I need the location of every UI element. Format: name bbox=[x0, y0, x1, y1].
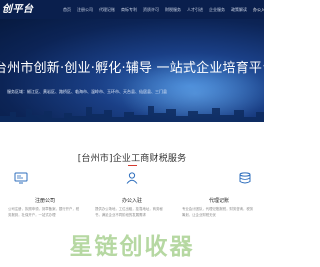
service-name: 办公入驻 bbox=[121, 198, 142, 204]
service-name: 注册公司 bbox=[34, 198, 55, 204]
section-title: [台州市]企业工商财税服务 bbox=[77, 154, 187, 164]
nav-item-licenses[interactable]: 资质许可 bbox=[140, 0, 162, 19]
nav-item-home[interactable]: 首页 bbox=[60, 0, 74, 19]
monitor-icon bbox=[14, 172, 28, 184]
database-icon bbox=[239, 172, 251, 184]
nav-item-company-registration[interactable]: 注册公司 bbox=[74, 0, 96, 19]
main-nav: 首页 注册公司 代理记账 商标专利 资质许可 财税服务 人才引进 企业服务 政策… bbox=[60, 0, 272, 19]
hero-banner: 台州市创新·创业·孵化·辅导 一站式企业培育平台 服务区域：椒江区、黄岩区、路桥… bbox=[0, 19, 264, 122]
person-icon bbox=[126, 172, 138, 184]
watermark-text: 星链创收器 bbox=[69, 234, 195, 260]
service-name: 代理记账 bbox=[208, 198, 229, 204]
nav-item-trademark-patent[interactable]: 商标专利 bbox=[118, 0, 140, 19]
top-navigation-bar: 创平台 首页 注册公司 代理记账 商标专利 资质许可 财税服务 人才引进 企业服… bbox=[0, 0, 269, 19]
nav-item-enterprise-services[interactable]: 企业服务 bbox=[206, 0, 228, 19]
site-logo[interactable]: 创平台 bbox=[0, 0, 34, 19]
hero-subtitle: 服务区域：椒江区、黄岩区、路桥区、临海市、温岭市、玉环市、天台县、仙居县、三门县 bbox=[7, 89, 167, 94]
city-skyline-graphic bbox=[0, 106, 264, 122]
nav-item-talent[interactable]: 人才引进 bbox=[184, 0, 206, 19]
service-description: 专业会计团队，代理记账报税，财务咨询，税务筹划，让企业财税无忧 bbox=[182, 207, 254, 217]
nav-item-office[interactable]: 办公入驻 bbox=[250, 0, 272, 19]
service-description: 公司注册，执照申领，刻章备案，银行开户，税务报到，社保开户，一站式办理 bbox=[8, 207, 80, 217]
nav-item-bookkeeping[interactable]: 代理记账 bbox=[96, 0, 118, 19]
service-description: 提供办公场地，工位出租，挂靠地址，商务秘书，满足企业不同阶段的发展需求 bbox=[95, 207, 163, 217]
title-underline bbox=[128, 165, 137, 166]
hero-title: 台州市创新·创业·孵化·辅导 一站式企业培育平台 bbox=[0, 61, 264, 76]
nav-item-tax-services[interactable]: 财税服务 bbox=[162, 0, 184, 19]
nav-item-policy[interactable]: 政策解读 bbox=[228, 0, 250, 19]
